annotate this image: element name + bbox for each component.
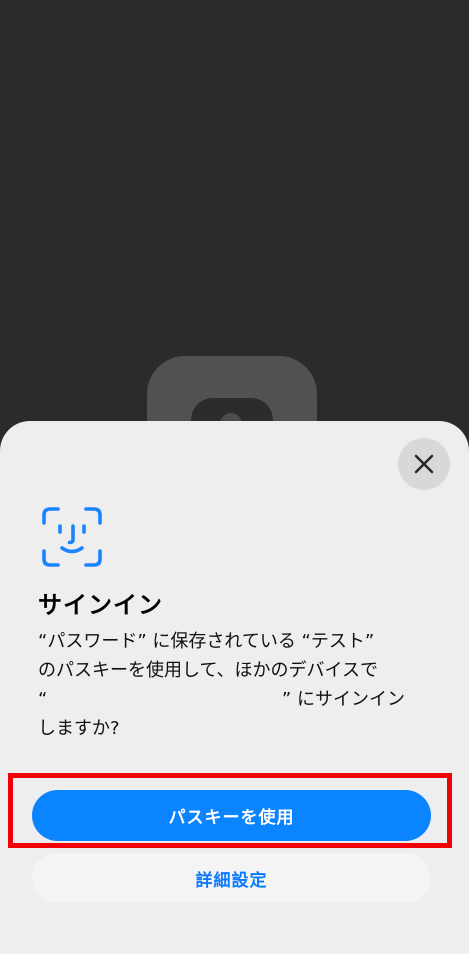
face-id-icon — [42, 507, 102, 567]
sheet-message-line: “ ” にサインイン — [38, 689, 405, 710]
sheet-message-line: のパスキーを使用して、ほかのデバイスで — [38, 660, 379, 681]
close-icon — [414, 454, 434, 474]
sheet-message: “パスワード” に保存されている “テスト” のパスキーを使用して、ほかのデバイ… — [38, 627, 438, 743]
passkey-sign-in-sheet: サインイン “パスワード” に保存されている “テスト” のパスキーを使用して、… — [0, 421, 469, 954]
sheet-message-line: しますか? — [38, 718, 120, 739]
sheet-title: サインイン — [38, 591, 163, 619]
more-options-button[interactable]: 詳細設定 — [32, 853, 431, 903]
close-button[interactable] — [398, 438, 450, 490]
sheet-message-line: “パスワード” に保存されている “テスト” — [38, 631, 375, 652]
screen: サインイン “パスワード” に保存されている “テスト” のパスキーを使用して、… — [0, 0, 469, 954]
highlight-box — [8, 773, 452, 848]
